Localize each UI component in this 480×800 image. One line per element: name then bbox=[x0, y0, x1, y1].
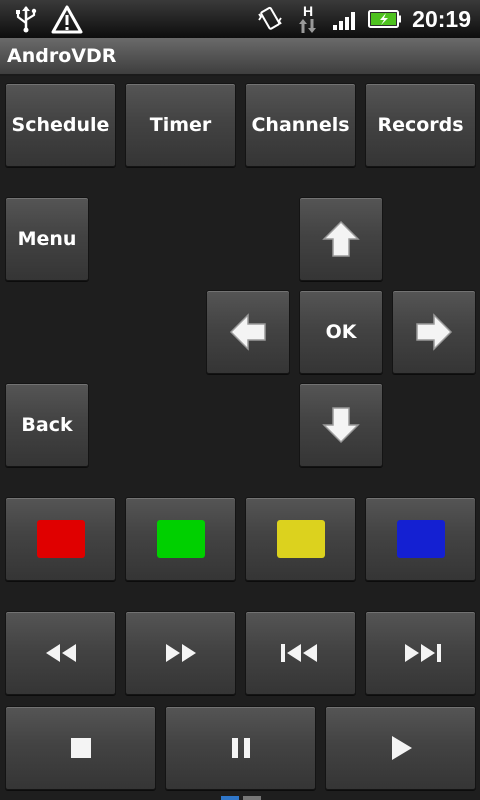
arrow-up-icon bbox=[322, 220, 360, 257]
play-button[interactable] bbox=[325, 706, 476, 790]
scroll-indicator bbox=[243, 796, 261, 800]
green-button[interactable] bbox=[125, 497, 236, 581]
right-button[interactable] bbox=[392, 290, 476, 374]
red-swatch bbox=[36, 520, 85, 558]
pause-button[interactable] bbox=[165, 706, 316, 790]
timer-button[interactable]: Timer bbox=[125, 83, 236, 167]
pause-icon bbox=[231, 738, 250, 758]
clock: 20:19 bbox=[412, 6, 471, 32]
schedule-button[interactable]: Schedule bbox=[5, 83, 116, 167]
skip-next-button[interactable] bbox=[365, 611, 476, 695]
records-button[interactable]: Records bbox=[365, 83, 476, 167]
fast-forward-button[interactable] bbox=[125, 611, 236, 695]
yellow-button[interactable] bbox=[245, 497, 356, 581]
battery-charging-icon bbox=[367, 0, 403, 38]
green-swatch bbox=[156, 520, 205, 558]
usb-icon bbox=[12, 0, 40, 38]
menu-button-label: Menu bbox=[17, 228, 77, 250]
data-arrows-icon: H bbox=[296, 0, 320, 38]
up-button[interactable] bbox=[299, 197, 383, 281]
network-type-label: H bbox=[302, 3, 314, 19]
scroll-indicator-active bbox=[221, 796, 239, 800]
channels-button[interactable]: Channels bbox=[245, 83, 356, 167]
records-button-label: Records bbox=[377, 114, 464, 136]
channels-button-label: Channels bbox=[251, 114, 350, 136]
arrow-right-icon bbox=[416, 313, 453, 351]
schedule-button-label: Schedule bbox=[11, 114, 110, 136]
skip-previous-icon bbox=[280, 644, 317, 662]
arrow-left-icon bbox=[229, 313, 266, 351]
skip-next-icon bbox=[404, 644, 441, 662]
vibrate-icon bbox=[255, 0, 285, 38]
menu-button[interactable]: Menu bbox=[5, 197, 89, 281]
arrow-down-icon bbox=[322, 407, 360, 444]
signal-icon bbox=[332, 0, 360, 38]
ok-button[interactable]: OK bbox=[299, 290, 383, 374]
back-button[interactable]: Back bbox=[5, 383, 89, 467]
red-button[interactable] bbox=[5, 497, 116, 581]
skip-previous-button[interactable] bbox=[245, 611, 356, 695]
yellow-swatch bbox=[276, 520, 325, 558]
blue-button[interactable] bbox=[365, 497, 476, 581]
app-title: AndroVDR bbox=[7, 45, 117, 67]
stop-icon bbox=[70, 738, 91, 758]
status-bar: H 20:19 bbox=[0, 0, 480, 38]
left-button[interactable] bbox=[206, 290, 290, 374]
blue-swatch bbox=[396, 520, 445, 558]
ok-button-label: OK bbox=[325, 321, 357, 343]
app-title-bar: AndroVDR bbox=[0, 38, 480, 76]
stop-button[interactable] bbox=[5, 706, 156, 790]
play-icon bbox=[391, 736, 412, 760]
back-button-label: Back bbox=[21, 414, 73, 436]
fast-forward-icon bbox=[165, 644, 196, 662]
rewind-icon bbox=[45, 644, 76, 662]
down-button[interactable] bbox=[299, 383, 383, 467]
timer-button-label: Timer bbox=[149, 114, 212, 136]
rewind-button[interactable] bbox=[5, 611, 116, 695]
warning-icon bbox=[50, 0, 84, 38]
